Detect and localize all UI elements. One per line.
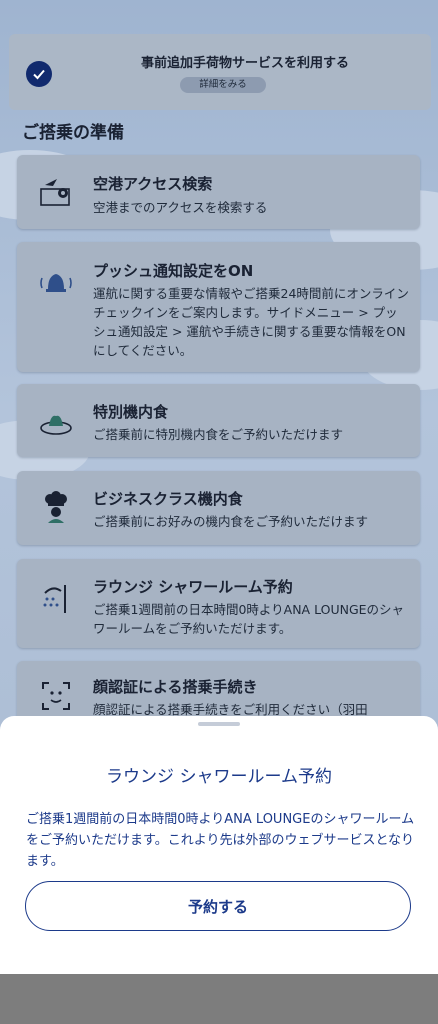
- sheet-handle[interactable]: [198, 722, 240, 726]
- reserve-button[interactable]: 予約する: [25, 881, 411, 931]
- airport-map-icon: [37, 173, 75, 211]
- bottom-sheet: ラウンジ シャワールーム予約 ご搭乗1週間前の日本時間0時よりANA LOUNG…: [0, 716, 438, 974]
- check-icon[interactable]: [26, 61, 52, 87]
- baggage-service-title: 事前追加手荷物サービスを利用する: [140, 56, 349, 71]
- card-desc: ご搭乗前にお好みの機内食をご予約いただけます: [93, 514, 369, 529]
- card-lounge-shower[interactable]: ラウンジ シャワールーム予約 ご搭乗1週間前の日本時間0時よりANA LOUNG…: [17, 559, 420, 648]
- card-desc: ご搭乗1週間前の日本時間0時よりANA LOUNGEのシャワールームをご予約いた…: [93, 602, 405, 636]
- details-button[interactable]: 詳細をみる: [180, 77, 266, 93]
- card-title: 顔認証による搭乗手続き: [93, 678, 258, 696]
- face-recognition-icon: [37, 677, 75, 715]
- shower-icon: [37, 579, 75, 617]
- sheet-title: ラウンジ シャワールーム予約: [106, 767, 332, 787]
- card-title: 特別機内食: [93, 403, 169, 421]
- chef-icon: [37, 489, 75, 527]
- card-airport-access[interactable]: 空港アクセス検索 空港までのアクセスを検索する: [17, 155, 420, 229]
- baggage-service-card[interactable]: 事前追加手荷物サービスを利用する 詳細をみる: [9, 34, 431, 110]
- meal-plate-icon: [37, 402, 75, 440]
- section-title: ご搭乗の準備: [22, 123, 124, 143]
- card-desc: ご搭乗前に特別機内食をご予約いただけます: [93, 427, 344, 442]
- bell-icon: [37, 264, 75, 302]
- card-special-meal[interactable]: 特別機内食 ご搭乗前に特別機内食をご予約いただけます: [17, 384, 420, 457]
- bottom-bar: [0, 974, 438, 1024]
- card-business-meal[interactable]: ビジネスクラス機内食 ご搭乗前にお好みの機内食をご予約いただけます: [17, 471, 420, 545]
- card-desc: 空港までのアクセスを検索する: [93, 200, 268, 215]
- card-title: ラウンジ シャワールーム予約: [93, 578, 293, 596]
- card-title: 空港アクセス検索: [93, 175, 213, 193]
- card-push-notification[interactable]: プッシュ通知設定をON 運航に関する重要な情報やご搭乗24時間前にオンラインチェ…: [17, 242, 420, 372]
- card-title: プッシュ通知設定をON: [93, 262, 254, 280]
- sheet-description: ご搭乗1週間前の日本時間0時よりANA LOUNGEのシャワールームをご予約いた…: [26, 812, 415, 869]
- card-desc: 運航に関する重要な情報やご搭乗24時間前にオンラインチェックインをご案内します。…: [93, 286, 409, 358]
- card-title: ビジネスクラス機内食: [93, 490, 243, 508]
